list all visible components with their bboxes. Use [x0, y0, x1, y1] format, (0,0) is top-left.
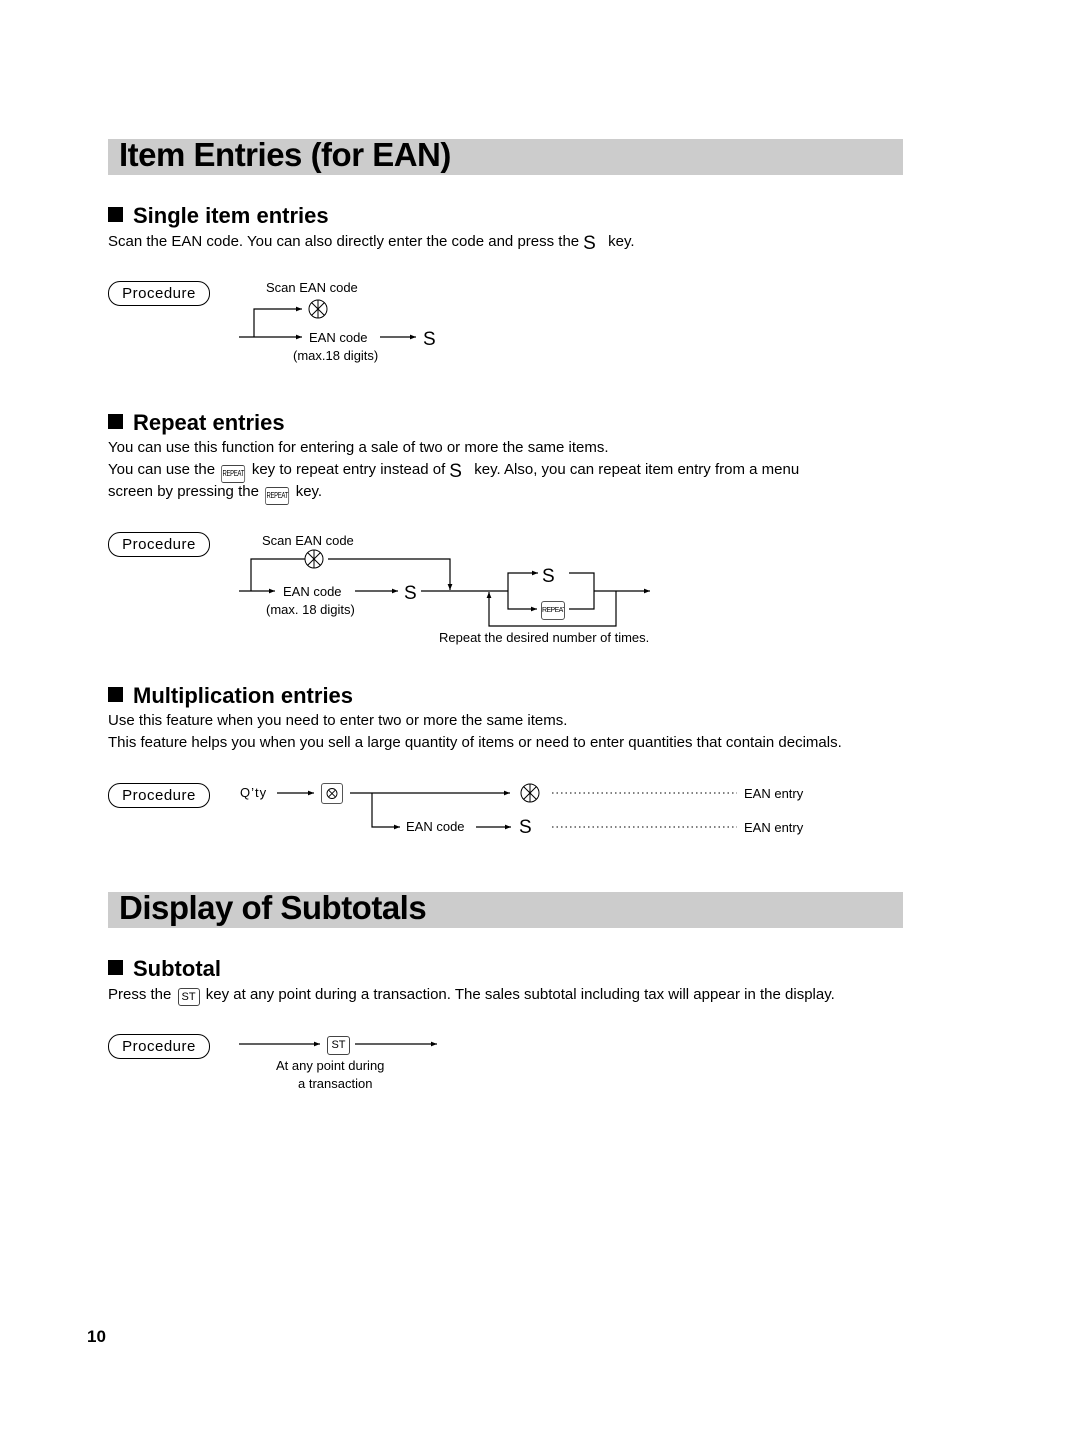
single-item-flow — [239, 306, 416, 340]
scanner-icon — [308, 299, 328, 319]
procedure-diagram-lines — [239, 299, 737, 1047]
scanner-icon — [304, 549, 324, 569]
multiplication-flow — [277, 790, 511, 830]
repeat-flow — [239, 558, 650, 627]
scanner-icon — [520, 783, 540, 803]
